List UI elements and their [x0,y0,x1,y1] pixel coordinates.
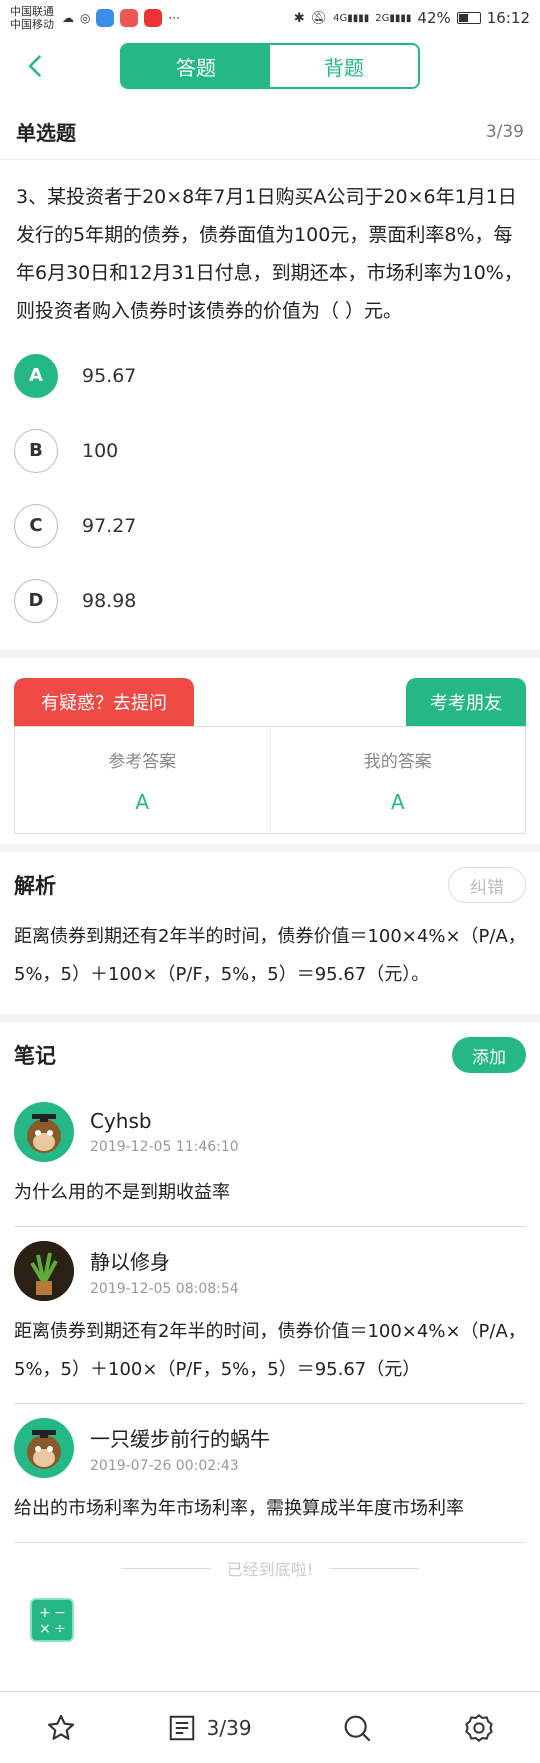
note-username: 静以修身 [90,1249,170,1274]
note-timestamp: 2019-07-26 00:02:43 [90,1457,239,1474]
monkey-avatar-icon [27,1430,61,1469]
bottom-tabbar: 3/39 [0,1691,540,1763]
divider-line [329,1567,420,1569]
reference-answer-value: A [135,789,150,814]
analysis-text: 距离债券到期还有2年半的时间，债券价值＝100×4%×（P/A，5%，5）＋10… [14,926,526,985]
analysis-title: 解析 [14,874,56,898]
reference-answer: 参考答案 A [15,727,270,833]
battery-icon [456,12,481,24]
signal-4g-icon: 4G▮▮▮▮ [333,12,370,24]
ask-question-button[interactable]: 有疑惑？去提问 [14,678,194,726]
question-header: 单选题 3/39 [0,104,540,160]
note-item: 静以修身 2019-12-05 08:08:54 距离债券到期还有2年半的时间，… [14,1227,526,1404]
analysis-header: 解析 纠错 [0,852,540,918]
option-letter: C [14,503,58,548]
note-item: 一只缓步前行的蜗牛 2019-07-26 00:02:43 给出的市场利率为年市… [14,1404,526,1543]
notes-title: 笔记 [14,1044,56,1068]
end-of-list-hint: 已经到底啦! [0,1543,540,1593]
note-item: Cyhsb 2019-12-05 11:46:10 为什么用的不是到期收益率 [14,1088,526,1227]
question-type: 单选题 [16,121,76,145]
divider-line [120,1567,211,1569]
favorite-tab[interactable] [45,1712,77,1744]
svg-text:+: + [39,1605,51,1621]
avatar[interactable] [14,1418,74,1478]
option-d[interactable]: D 98.98 [14,563,526,638]
notes-header: 笔记 添加 [0,1022,540,1088]
note-text: 距离债券到期还有2年半的时间，债券价值＝100×4%×（P/A，5%，5）＋10… [14,1321,526,1380]
my-answer-label: 我的答案 [363,751,432,772]
note-text: 给出的市场利率为年市场利率，需换算成半年度市场利率 [14,1498,464,1519]
zhihu-app-icon [96,9,115,27]
options-list: A 95.67 B 100 C 97.27 D 98.98 [0,338,540,638]
option-text: 100 [82,439,119,462]
end-of-list-text: 已经到底啦! [226,1560,314,1579]
carrier-1: 中国联通 [10,5,54,18]
note-timestamp: 2019-12-05 08:08:54 [90,1280,239,1297]
question-text: 3、某投资者于20×8年7月1日购买A公司于20×6年1月1日发行的5年期的债券… [16,186,523,322]
option-text: 97.27 [82,514,137,537]
note-username: 一只缓步前行的蜗牛 [90,1426,270,1451]
signal-2g-label: 2G [375,12,390,24]
option-letter: A [14,353,58,398]
answer-box: 参考答案 A 我的答案 A [14,726,526,834]
note-timestamp: 2019-12-05 11:46:10 [90,1139,239,1155]
option-letter: D [14,578,58,623]
svg-text:×: × [39,1621,51,1637]
cloud-icon: ☁ [62,11,74,25]
mute-icon: 🔕︎ [310,10,328,26]
mode-switch: 答题 背题 [120,43,420,89]
my-answer: 我的答案 A [269,727,526,833]
carrier-2: 中国移动 [10,18,54,31]
monkey-avatar-icon [27,1114,61,1153]
svg-text:÷: ÷ [54,1621,66,1637]
my-answer-value: A [390,789,405,814]
settings-tab[interactable] [463,1712,495,1744]
chevron-left-icon[interactable] [22,52,50,80]
option-c[interactable]: C 97.27 [14,488,526,563]
progress-label: 3/39 [206,1715,252,1740]
question-counter: 3/39 [485,121,524,142]
option-letter: B [14,428,58,473]
clock: 16:12 [486,9,530,27]
question-list-tab[interactable]: 3/39 [167,1713,252,1743]
section-divider [0,1014,540,1022]
section-divider [0,650,540,658]
section-divider [0,844,540,852]
option-b[interactable]: B 100 [14,413,526,488]
avatar[interactable] [14,1241,74,1301]
plant-photo-avatar [14,1241,74,1301]
top-nav: 答题 背题 [0,36,540,96]
shop-app-icon [144,9,163,27]
news-app-icon [120,9,139,27]
bluetooth-icon: ✱ [293,10,305,26]
tab-answer[interactable]: 答题 [122,45,270,87]
svg-text:−: − [54,1605,66,1621]
search-tab[interactable] [341,1712,373,1744]
calculator-glyph: + − × ÷ [39,1605,66,1637]
option-a[interactable]: A 95.67 [14,338,526,413]
signal-4g-label: 4G [333,12,348,24]
option-text: 95.67 [82,364,137,387]
more-notifications-icon: ··· [168,11,180,25]
calculator-icon[interactable]: + − × ÷ [30,1598,74,1642]
add-note-button[interactable]: 添加 [452,1037,526,1073]
weibo-icon: ◎ [80,11,91,25]
note-username: Cyhsb [90,1109,152,1133]
avatar[interactable] [14,1102,74,1162]
note-text: 为什么用的不是到期收益率 [14,1182,230,1203]
reference-answer-label: 参考答案 [108,751,177,772]
gear-icon [465,1713,493,1742]
carrier-names: 中国联通 中国移动 [10,5,54,31]
report-error-button[interactable]: 纠错 [448,867,526,903]
star-icon [47,1714,74,1740]
list-icon [169,1715,194,1740]
answer-panel: 有疑惑？去提问 考考朋友 参考答案 A 我的答案 A [0,658,540,844]
tab-memorize[interactable]: 背题 [270,45,418,87]
status-bar: 中国联通 中国移动 ☁ ◎ ··· ✱ 🔕︎ 4G▮▮▮▮ 2G▮▮▮▮ 42%… [0,0,540,36]
battery-percent: 42% [417,9,451,27]
option-text: 98.98 [82,589,137,612]
signal-2g-icon: 2G▮▮▮▮ [375,12,412,24]
search-icon [344,1715,371,1741]
quiz-friend-button[interactable]: 考考朋友 [406,678,526,726]
